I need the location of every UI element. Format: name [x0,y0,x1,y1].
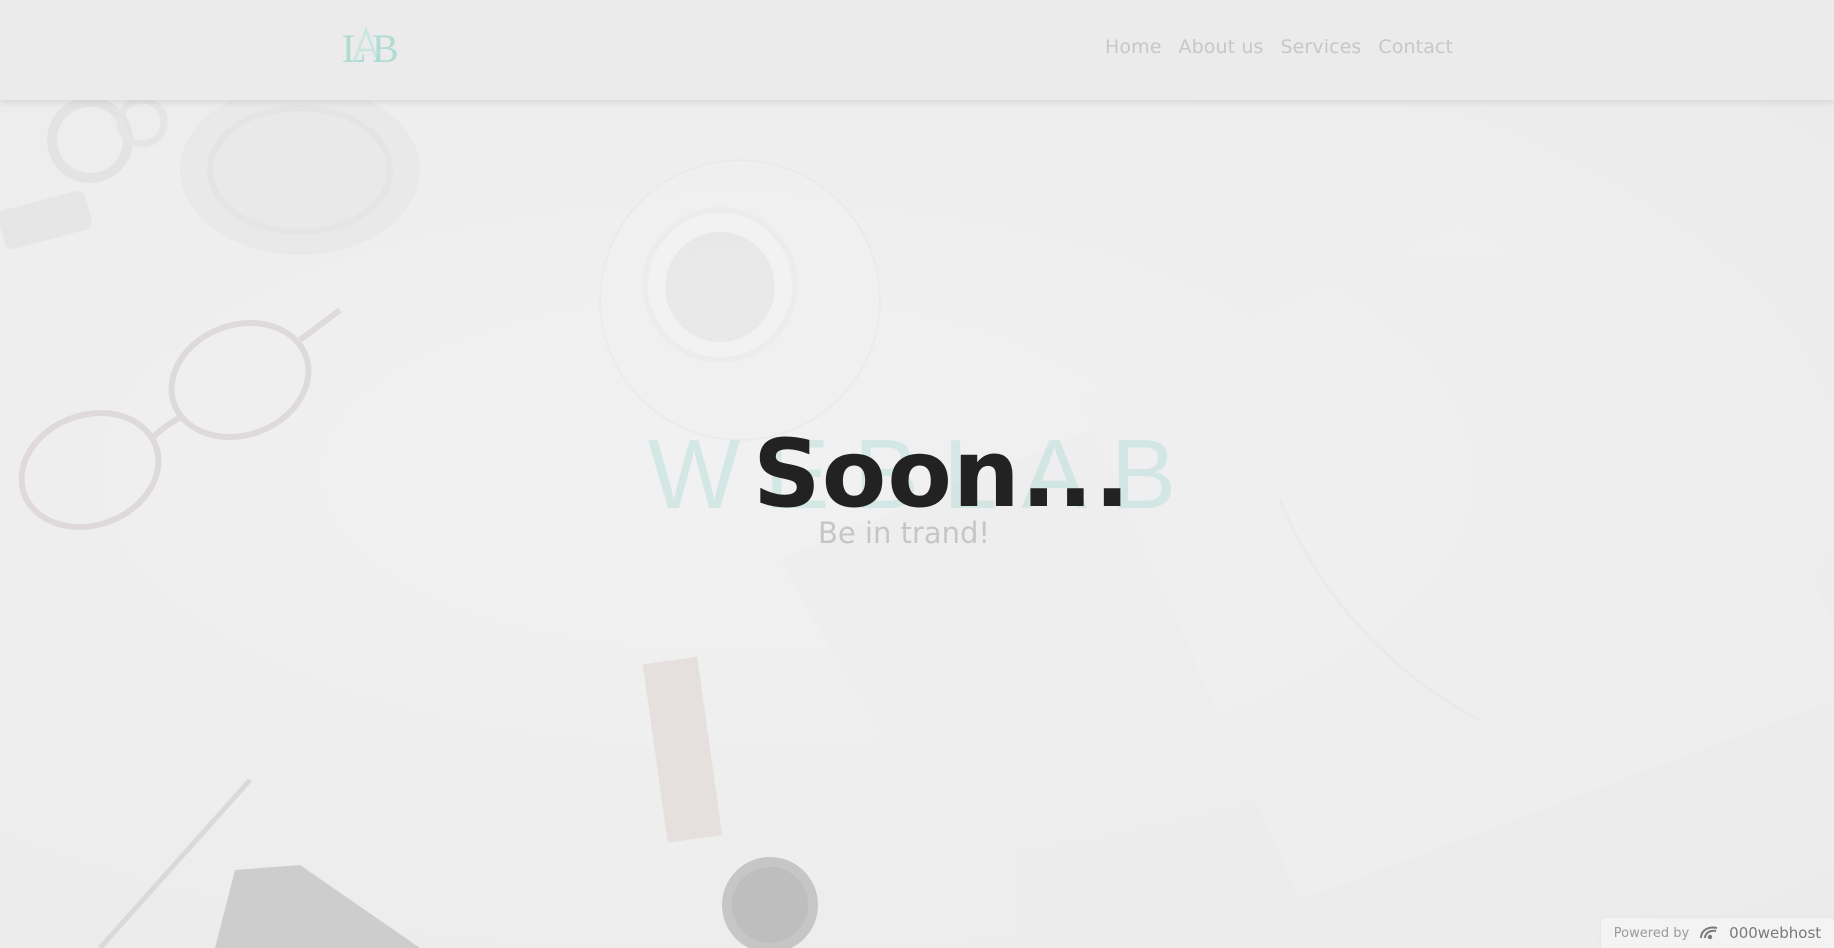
nav-about-link[interactable]: About us [1179,36,1264,58]
powered-by-badge[interactable]: Powered by 000webhost [1601,918,1834,948]
top-navigation-bar: L B Home About us Services Contact [0,0,1834,100]
hero-headline: Soon... [753,420,1131,529]
powered-by-brand: 000webhost [1729,924,1822,942]
lab-logo-icon: L B [342,26,399,71]
nav-home-link[interactable]: Home [1105,36,1162,58]
powered-by-label: Powered by [1613,925,1690,941]
svg-text:L: L [342,26,366,70]
site-logo[interactable]: L B [340,24,399,71]
svg-text:B: B [372,26,398,70]
000webhost-logo-icon [1700,926,1718,940]
main-nav: Home About us Services Contact [1105,36,1453,58]
hero-tagline: Be in trand! [817,516,991,550]
nav-services-link[interactable]: Services [1280,36,1361,58]
nav-contact-link[interactable]: Contact [1378,36,1453,58]
